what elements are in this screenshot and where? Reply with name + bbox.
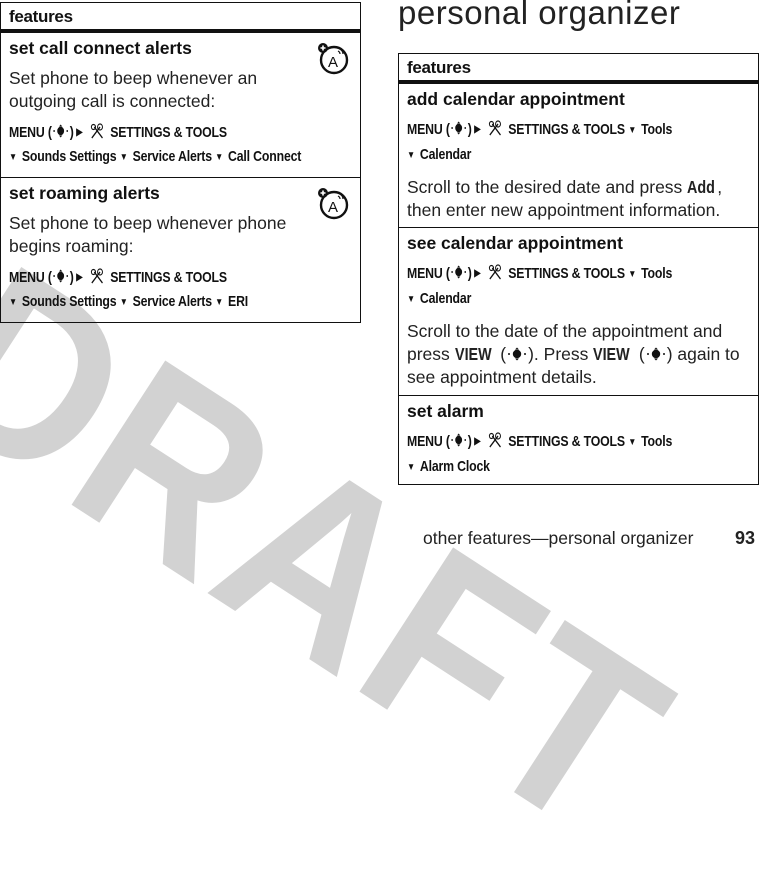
feature-title: set call connect alerts — [9, 38, 192, 58]
menu-key-label: MENU — [9, 124, 45, 141]
menu-item: ERI — [228, 293, 249, 310]
menu-path: MENU () ▶ SETTINGS & TOOLS ▼ Sounds Settin… — [9, 266, 352, 315]
menu-key-label: MENU — [9, 269, 45, 286]
menu-item: Service Alerts — [132, 148, 212, 165]
arrow-down-icon: ▼ — [628, 269, 637, 280]
feature-row-call-connect-alerts: set call connect alerts A Set phone to b… — [1, 33, 360, 178]
arrow-right-icon: ▶ — [474, 124, 481, 135]
network-feature-icon: A — [318, 188, 349, 220]
menu-path: MENU () ▶ SETTINGS & TOOLS ▼ Tools ▼ Alarm … — [407, 430, 750, 480]
arrow-down-icon: ▼ — [119, 152, 128, 163]
arrow-right-icon: ▶ — [474, 436, 481, 447]
feature-title: see calendar appointment — [407, 233, 623, 253]
feature-row-roaming-alerts: set roaming alerts A Set phone to beep w… — [1, 178, 360, 322]
feature-row-add-calendar-appointment: add calendar appointment MENU () ▶ SETTIN… — [399, 84, 758, 228]
arrow-down-icon: ▼ — [628, 437, 637, 448]
arrow-down-icon: ▼ — [119, 297, 128, 308]
features-table-right: features add calendar appointment MENU (… — [398, 53, 759, 485]
arrow-down-icon: ▼ — [407, 462, 415, 473]
settings-tools-icon — [489, 120, 504, 136]
feature-title: set roaming alerts — [9, 183, 160, 203]
menu-item: Call Connect — [228, 148, 302, 165]
menu-item: SETTINGS & TOOLS — [508, 265, 625, 282]
arrow-down-icon: ▼ — [215, 152, 224, 163]
menu-item: Service Alerts — [132, 293, 212, 310]
softkey-view-label: VIEW — [454, 344, 492, 364]
nav-key-center-icon — [450, 263, 468, 279]
feature-title: add calendar appointment — [407, 89, 625, 109]
desc-text: Scroll to the desired date and press — [407, 177, 688, 197]
arrow-down-icon: ▼ — [407, 150, 415, 161]
page-title: personal organizer — [398, 0, 681, 31]
feature-description: Scroll to the desired date and press Add… — [407, 176, 750, 222]
arrow-down-icon: ▼ — [407, 294, 415, 305]
feature-description: Scroll to the date of the appointment an… — [407, 321, 740, 387]
menu-path: MENU () ▶ SETTINGS & TOOLS ▼ Tools ▼ Calend… — [407, 262, 750, 312]
svg-text:A: A — [328, 199, 338, 216]
menu-item: Tools — [641, 433, 673, 450]
svg-text:A: A — [328, 54, 338, 71]
menu-item: SETTINGS & TOOLS — [110, 124, 227, 141]
menu-key-label: MENU — [407, 433, 443, 450]
feature-description: Set phone to beep whenever an outgoing c… — [9, 68, 258, 111]
arrow-down-icon: ▼ — [9, 297, 17, 308]
menu-item: Tools — [641, 121, 673, 138]
arrow-right-icon: ▶ — [76, 127, 83, 138]
feature-title: set alarm — [407, 401, 484, 421]
nav-key-center-icon — [506, 344, 528, 361]
menu-item: Sounds Settings — [21, 148, 117, 165]
feature-row-see-calendar-appointment: see calendar appointment MENU () ▶ SETTIN… — [399, 228, 758, 396]
page-number: 93 — [735, 528, 756, 548]
settings-tools-icon — [91, 123, 106, 139]
arrow-down-icon: ▼ — [628, 125, 637, 136]
table-header: features — [1, 3, 360, 33]
menu-item: Calendar — [419, 290, 472, 307]
table-header: features — [399, 54, 758, 84]
features-table-left: features set call connect alerts A Set p… — [0, 2, 361, 323]
menu-path: MENU () ▶ SETTINGS & TOOLS ▼ Sounds Settin… — [9, 121, 352, 170]
nav-key-center-icon — [450, 431, 468, 447]
arrow-right-icon: ▶ — [76, 272, 83, 283]
arrow-right-icon: ▶ — [474, 268, 481, 279]
menu-item: SETTINGS & TOOLS — [110, 269, 227, 286]
settings-tools-icon — [489, 264, 504, 280]
arrow-down-icon: ▼ — [9, 152, 17, 163]
menu-item: Tools — [641, 265, 673, 282]
feature-row-set-alarm: set alarm MENU () ▶ SETTINGS & TOOLS ▼ Too… — [399, 396, 758, 483]
softkey-view-label: VIEW — [593, 344, 630, 364]
settings-tools-icon — [91, 268, 106, 284]
menu-key-label: MENU — [407, 265, 443, 282]
menu-item: Alarm Clock — [419, 458, 490, 475]
nav-key-center-icon — [450, 119, 468, 135]
menu-item: Calendar — [419, 146, 472, 163]
desc-text: . Press — [533, 344, 594, 364]
nav-key-center-icon — [52, 122, 70, 138]
network-feature-icon: A — [318, 43, 349, 75]
softkey-add-label: Add — [687, 177, 716, 197]
footer-section-title: other features—personal organizer — [423, 528, 694, 548]
feature-description: Set phone to beep whenever phone begins … — [9, 213, 287, 256]
menu-item: SETTINGS & TOOLS — [508, 433, 625, 450]
menu-item: Sounds Settings — [21, 293, 117, 310]
menu-key-label: MENU — [407, 121, 443, 138]
nav-key-center-icon — [52, 267, 70, 283]
settings-tools-icon — [489, 432, 504, 448]
menu-path: MENU () ▶ SETTINGS & TOOLS ▼ Tools ▼ Calend… — [407, 118, 750, 168]
nav-key-center-icon — [645, 344, 667, 361]
menu-item: SETTINGS & TOOLS — [508, 121, 625, 138]
arrow-down-icon: ▼ — [215, 297, 224, 308]
